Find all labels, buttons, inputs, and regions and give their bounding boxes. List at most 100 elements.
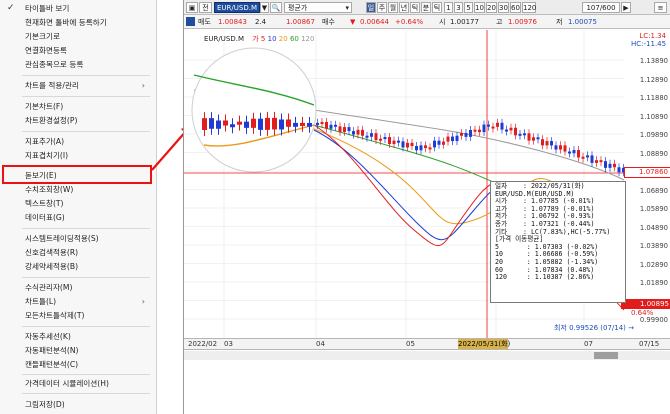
candle <box>464 132 468 137</box>
lens-candle <box>223 120 228 126</box>
menu-item-data-table[interactable]: 데이터표(G) <box>0 211 155 224</box>
sell-price: 1.00843 <box>218 18 247 26</box>
candle <box>325 121 328 129</box>
magnifier-lens <box>191 47 317 173</box>
candle <box>500 122 504 130</box>
jeon-button[interactable]: 전 <box>199 2 212 13</box>
interval-5-button[interactable]: 5 <box>464 2 473 13</box>
period-month-button[interactable]: 월 <box>388 2 398 13</box>
interval-1-button[interactable]: 1 <box>444 2 453 13</box>
menu-item-default-chart[interactable]: 기본차트(F) <box>0 100 155 113</box>
candle <box>428 147 432 150</box>
interval-60-button[interactable]: 60 <box>510 2 521 13</box>
candle <box>424 145 427 149</box>
menu-item-auto-trendline[interactable]: 자동추세선(K) <box>0 330 155 343</box>
menu-item-show-titlebar[interactable]: ✓ 타이틀바 보기 <box>0 2 155 15</box>
submenu-arrow-icon: › <box>141 81 145 90</box>
menu-item-register-toolbar[interactable]: 현재화면 툴바에 등록하기 <box>0 16 155 29</box>
menu-item-linked-screen[interactable]: 연결화면등록 <box>0 44 155 57</box>
min-price-text: 최저 0.99526 (07/14) <box>554 324 626 332</box>
candle <box>343 127 346 132</box>
candle <box>374 133 378 141</box>
menu-item-overlay-indicator[interactable]: 지표겹치기(I) <box>0 149 155 162</box>
candle <box>550 141 553 146</box>
interval-20-button[interactable]: 20 <box>486 2 497 13</box>
scrollbar-thumb[interactable] <box>594 352 618 359</box>
period-day-button[interactable]: 일 <box>366 2 376 13</box>
period-minute-button[interactable]: 분 <box>421 2 431 13</box>
interval-120-button[interactable]: 120 <box>522 2 536 13</box>
interval-30-button[interactable]: 30 <box>498 2 509 13</box>
menu-item-chart-settings[interactable]: 차트환경설정(P) <box>0 114 155 127</box>
menu-item-add-watchlist[interactable]: 관심종목으로 등록 <box>0 58 155 71</box>
menu-item-strength-weakness[interactable]: 강세약세적용(B) <box>0 260 155 273</box>
candle <box>491 126 495 129</box>
lens-candle <box>300 122 305 126</box>
legend-ma-10: 10 <box>267 35 277 43</box>
menu-item-price-simulation[interactable]: 가격데이터 시뮬레이션(H) <box>0 377 155 390</box>
candle <box>437 140 441 145</box>
menu-item-default-size[interactable]: 기본크기로 <box>0 30 155 43</box>
candle <box>482 124 486 133</box>
candle <box>496 122 499 127</box>
candle <box>541 139 544 146</box>
y-label: 1.01890 <box>639 279 668 287</box>
menu-item-text-window[interactable]: 텍스트창(T) <box>0 197 155 210</box>
menu-item-system-trading[interactable]: 시스템트레이딩적용(S) <box>0 232 155 245</box>
screen-icon[interactable]: ▣ <box>186 2 198 13</box>
menu-item-apply-chart[interactable]: 차트를 적용/관리 › <box>0 79 155 92</box>
menu-item-formula-manager[interactable]: 수식관리자(M) <box>0 281 155 294</box>
min-price-label: 최저 0.99526 (07/14) → <box>554 323 634 333</box>
price-type-select[interactable]: 평균가 ▾ <box>284 2 352 13</box>
menu-item-candle-pattern[interactable]: 캔들패턴분석(C) <box>0 358 155 371</box>
lens-candle <box>258 118 263 130</box>
y-label: 1.09890 <box>639 131 668 139</box>
period-tick-button[interactable]: 틱 <box>410 2 420 13</box>
menu-item-auto-pattern[interactable]: 자동패턴분석(N) <box>0 344 155 357</box>
data-count-field[interactable]: 107/600 <box>582 2 620 13</box>
interval-3-button[interactable]: 3 <box>454 2 463 13</box>
candle <box>478 129 481 133</box>
menu-separator <box>22 96 150 97</box>
candle <box>559 145 562 150</box>
last-pct-label: 0.64% <box>631 309 654 317</box>
candle <box>347 127 351 132</box>
menu-item-signal-search[interactable]: 신호검색적용(R) <box>0 246 155 259</box>
search-icon[interactable]: 🔍 <box>270 2 282 13</box>
symbol-input[interactable]: EUR/USD.M <box>214 2 260 13</box>
period-year-button[interactable]: 년 <box>399 2 409 13</box>
chart-scrollbar[interactable] <box>184 351 670 360</box>
menu-item-add-indicator[interactable]: 지표추가(A) <box>0 135 155 148</box>
menu-item-delete-frames[interactable]: 모든차트틀삭제(T) <box>0 309 155 322</box>
low-label: 저 <box>556 18 563 26</box>
x-label: 2022/02 <box>188 340 218 348</box>
candle <box>568 151 571 154</box>
lens-candle <box>230 124 235 128</box>
menu-separator <box>22 277 150 278</box>
candle <box>523 133 526 136</box>
interval-10-button[interactable]: 10 <box>474 2 485 13</box>
lens-candle <box>244 121 249 128</box>
y-label: 1.02890 <box>639 260 668 269</box>
next-icon[interactable]: ▶ <box>621 2 631 13</box>
menu-item-value-window[interactable]: 수치조회창(W) <box>0 183 155 196</box>
candle <box>545 141 549 146</box>
period-week-button[interactable]: 주 <box>377 2 387 13</box>
menu-item-save-image[interactable]: 그림저장(D) <box>0 398 155 411</box>
candle <box>455 135 459 142</box>
candle <box>406 142 409 148</box>
menu-icon[interactable]: ≡ <box>654 2 667 13</box>
candle <box>590 155 594 163</box>
candle <box>532 137 535 141</box>
menu-item-chart-frame[interactable]: 차트틀(L) › <box>0 295 155 308</box>
y-label: 1.10890 <box>639 112 668 121</box>
buy-price: 1.00867 <box>286 18 315 26</box>
sell-label: 매도 <box>198 18 211 26</box>
menu-separator <box>22 326 150 327</box>
legend-ma-label: 가 <box>252 35 259 43</box>
candle <box>316 122 319 125</box>
candle <box>361 129 364 136</box>
lens-candle <box>265 117 270 130</box>
period-tick2-button[interactable]: 틱 <box>432 2 442 13</box>
symbol-dropdown-icon[interactable]: ▼ <box>260 2 269 13</box>
